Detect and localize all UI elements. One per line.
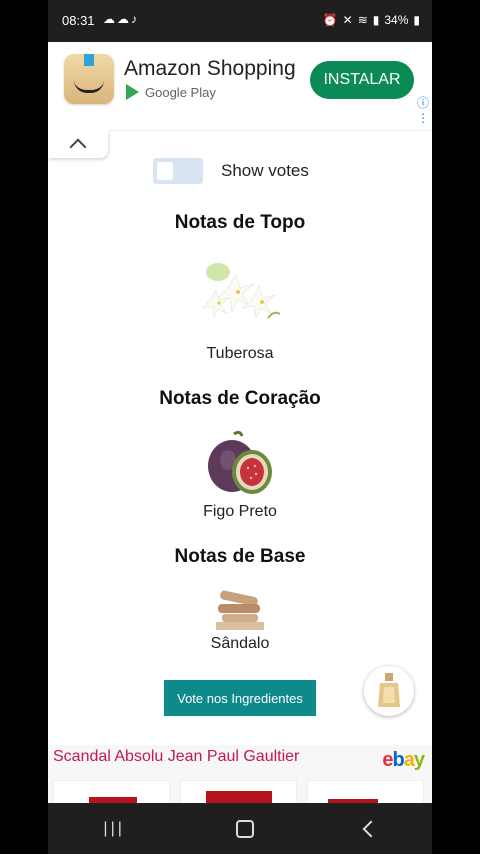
mute-icon: ✕: [342, 13, 353, 27]
heart-note-item[interactable]: Figo Preto: [48, 503, 432, 521]
fig-image[interactable]: [206, 430, 276, 498]
ad-banner[interactable]: Amazon Shopping Google Play INSTALAR ⓘ ⋮: [48, 42, 432, 131]
amazon-app-icon[interactable]: [64, 54, 114, 104]
sandalwood-image[interactable]: [216, 588, 264, 630]
ad-store: Google Play: [126, 84, 216, 100]
battery-icon: ▮: [413, 13, 420, 27]
chevron-up-icon: [69, 138, 87, 156]
perfume-bottle-button[interactable]: [364, 666, 414, 716]
show-votes-toggle[interactable]: [153, 158, 203, 184]
base-note-label: Sândalo: [210, 635, 270, 652]
product-strip-title[interactable]: Scandal Absolu Jean Paul Gaultier: [53, 748, 299, 766]
heart-note-label: Figo Preto: [203, 503, 277, 520]
alarm-icon: ⏰: [322, 13, 338, 27]
back-icon[interactable]: [362, 820, 380, 837]
ad-info-icon[interactable]: ⓘ ⋮: [417, 94, 429, 125]
toggle-knob: [157, 162, 173, 180]
home-icon[interactable]: [235, 819, 254, 838]
heart-notes-title: Notas de Coração: [159, 388, 321, 409]
system-icons: ⏰ ✕ ≋ ▮ 34% ▮: [323, 13, 420, 27]
show-votes-label: Show votes: [221, 161, 309, 180]
base-notes-title: Notas de Base: [174, 546, 306, 567]
vote-ingredients-button[interactable]: Vote nos Ingredientes: [164, 680, 316, 716]
weather-icon: ☁: [103, 12, 117, 26]
ad-subtitle: Google Play: [145, 84, 216, 100]
status-time: 08:31: [62, 13, 95, 28]
status-bar: 08:31 ☁☁♪ ⏰ ✕ ≋ ▮ 34% ▮: [48, 0, 432, 42]
top-notes-title: Notas de Topo: [174, 212, 306, 233]
product-ad-strip[interactable]: Scandal Absolu Jean Paul Gaultier ebay: [48, 745, 432, 806]
collapse-ad-button[interactable]: [48, 130, 108, 158]
recents-icon[interactable]: |||: [103, 820, 124, 838]
tiktok-icon: ♪: [131, 12, 139, 26]
tape-mark: [84, 54, 94, 66]
google-play-icon: [126, 84, 139, 100]
notification-icons: ☁☁♪: [103, 12, 139, 26]
ad-title[interactable]: Amazon Shopping: [124, 57, 296, 81]
top-note-item[interactable]: Tuberosa: [48, 345, 432, 363]
smile-mark: [74, 80, 104, 93]
show-votes-row: Show votes: [153, 158, 309, 184]
install-button[interactable]: INSTALAR: [310, 61, 414, 99]
ebay-logo: ebay: [382, 749, 425, 771]
wifi-icon: ≋: [357, 13, 368, 27]
top-note-label: Tuberosa: [206, 345, 274, 362]
system-nav-bar: |||: [48, 803, 432, 854]
signal-icon: ▮: [372, 13, 380, 27]
battery-text: 34%: [384, 13, 409, 27]
tuberose-image[interactable]: [198, 258, 284, 330]
cloud-icon: ☁: [117, 12, 131, 26]
perfume-bottle-icon: [378, 673, 400, 707]
app-screen: 08:31 ☁☁♪ ⏰ ✕ ≋ ▮ 34% ▮ Amazon Shopping …: [48, 0, 432, 854]
base-note-item[interactable]: Sândalo: [48, 635, 432, 653]
